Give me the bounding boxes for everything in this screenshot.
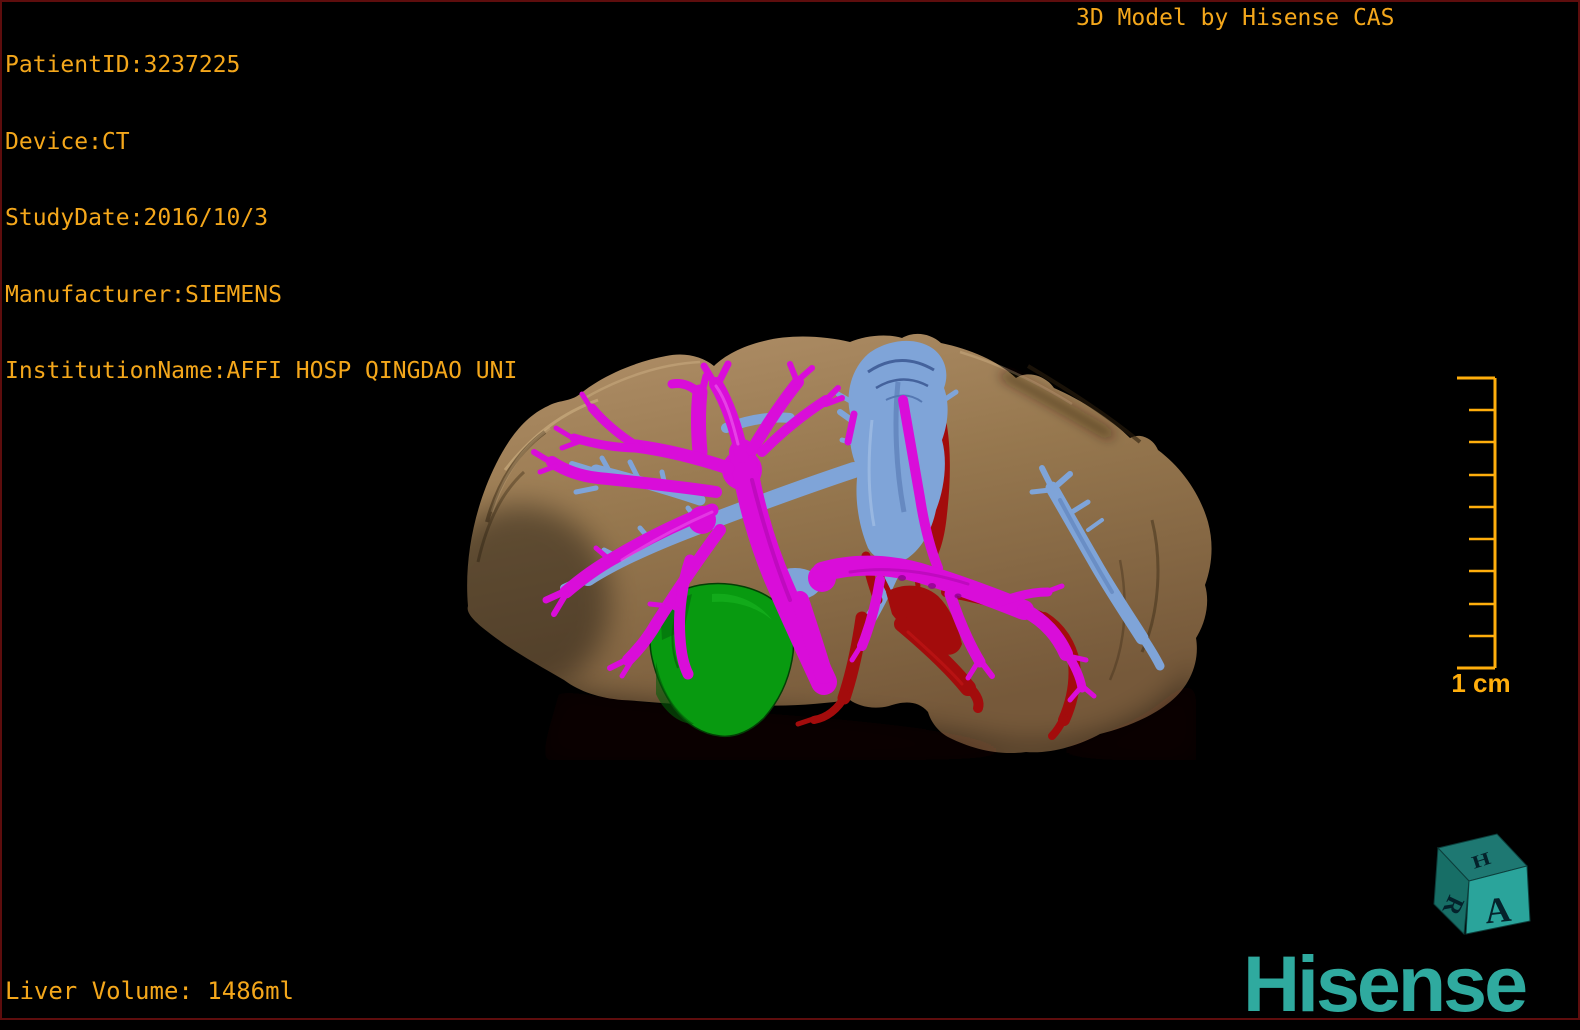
viewport-border <box>0 0 1580 1020</box>
